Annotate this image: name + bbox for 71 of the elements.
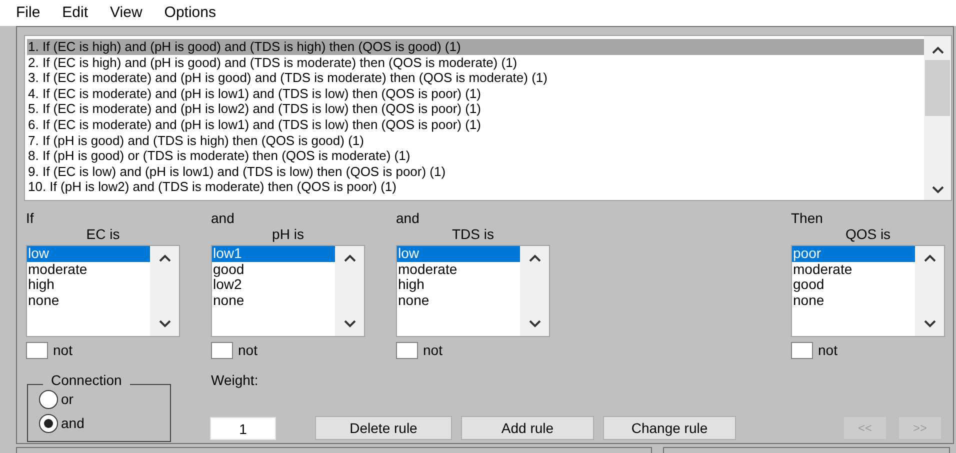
- listbox[interactable]: low1 good low2 none: [211, 245, 365, 337]
- scroll-down-icon[interactable]: [158, 320, 170, 328]
- rule-row[interactable]: 7. If (pH is good) and (TDS is high) then (QOS is good) (1): [27, 132, 924, 148]
- list-option[interactable]: low: [397, 246, 520, 262]
- rule-row[interactable]: 5. If (EC is moderate) and (pH is low2) and (TDS is low) then (QOS is poor) (1): [27, 101, 924, 117]
- scroll-down-icon[interactable]: [344, 320, 356, 328]
- menu-item[interactable]: File: [16, 2, 40, 24]
- list-option[interactable]: poor: [792, 246, 915, 262]
- condition-label: If: [26, 210, 34, 226]
- variable-label: EC is: [86, 226, 120, 242]
- radio-label: and: [61, 414, 84, 433]
- rule-button[interactable]: Delete rule: [315, 416, 452, 440]
- checkbox-label: not: [53, 341, 72, 360]
- scroll-down-icon[interactable]: [528, 320, 540, 328]
- list-option[interactable]: moderate: [397, 262, 520, 278]
- weight-field[interactable]: 1: [210, 417, 276, 440]
- radio-button[interactable]: [39, 390, 58, 409]
- rule-row[interactable]: 2. If (EC is high) and (pH is good) and (TDS is moderate) then (QOS is moderate) (1): [27, 54, 924, 70]
- menu-item[interactable]: Edit: [62, 2, 88, 24]
- scroll-down-icon[interactable]: [932, 186, 944, 194]
- radio-button[interactable]: [39, 414, 58, 433]
- list-option[interactable]: low: [27, 246, 150, 262]
- rule-button[interactable]: Add rule: [461, 416, 594, 440]
- scrollbar[interactable]: [924, 36, 951, 200]
- weight-label: Weight:: [211, 371, 258, 390]
- condition-label: and: [211, 210, 234, 226]
- scroll-up-icon[interactable]: [924, 254, 936, 262]
- list-option[interactable]: high: [397, 277, 520, 293]
- menu-item[interactable]: Options: [164, 2, 216, 24]
- checkbox[interactable]: [26, 342, 48, 359]
- listbox[interactable]: poor moderate good none: [791, 245, 945, 337]
- list-option[interactable]: good: [792, 277, 915, 293]
- scroll-up-icon[interactable]: [158, 254, 170, 262]
- rule-button[interactable]: Change rule: [603, 416, 736, 440]
- checkbox-label: not: [238, 341, 258, 360]
- list-option[interactable]: none: [792, 292, 915, 308]
- rule-row[interactable]: 1. If (EC is high) and (pH is good) and (TDS is high) then (QOS is good) (1): [27, 39, 924, 55]
- rule-row[interactable]: 4. If (EC is moderate) and (pH is low1) and (TDS is low) then (QOS is poor) (1): [27, 86, 924, 102]
- checkbox[interactable]: [791, 342, 813, 359]
- scroll-up-icon[interactable]: [932, 46, 944, 54]
- checkbox[interactable]: [211, 342, 233, 359]
- rule-row[interactable]: 9. If (EC is low) and (pH is low1) and (TDS is low) then (QOS is poor) (1): [27, 164, 924, 180]
- list-option[interactable]: low2: [212, 277, 335, 293]
- rule-row[interactable]: 10. If (pH is low2) and (TDS is moderate) then (QOS is poor) (1): [27, 179, 924, 195]
- list-option[interactable]: none: [27, 292, 150, 308]
- listbox[interactable]: low moderate high none: [396, 245, 550, 337]
- rule-row[interactable]: 3. If (EC is moderate) and (pH is good) and (TDS is moderate) then (QOS is moderate) (1): [27, 70, 924, 86]
- condition-label: Then: [791, 210, 823, 226]
- scroll-down-icon[interactable]: [924, 320, 936, 328]
- checkbox[interactable]: [396, 342, 418, 359]
- scroll-up-icon[interactable]: [344, 254, 356, 262]
- listbox[interactable]: low moderate high none: [26, 245, 180, 337]
- menu-item[interactable]: View: [110, 2, 142, 24]
- list-option[interactable]: low1: [212, 246, 335, 262]
- list-option[interactable]: none: [397, 292, 520, 308]
- radio-label: or: [61, 390, 74, 409]
- scroll-thumb[interactable]: [925, 60, 950, 116]
- rule-row[interactable]: 6. If (EC is moderate) and (pH is low1) and (TDS is low) then (QOS is poor) (1): [27, 116, 924, 133]
- list-option[interactable]: high: [27, 277, 150, 293]
- variable-label: QOS is: [845, 226, 891, 242]
- list-option[interactable]: moderate: [27, 262, 150, 278]
- list-option[interactable]: good: [212, 262, 335, 278]
- checkbox-label: not: [423, 341, 442, 360]
- variable-label: TDS is: [452, 226, 494, 242]
- condition-label: and: [396, 210, 420, 226]
- checkbox-label: not: [818, 341, 838, 360]
- scroll-up-icon[interactable]: [528, 254, 540, 262]
- rule-row[interactable]: 8. If (pH is good) or (TDS is moderate) then (QOS is moderate) (1): [27, 148, 924, 164]
- variable-label: pH is: [272, 226, 304, 242]
- list-option[interactable]: none: [212, 292, 335, 308]
- list-option[interactable]: moderate: [792, 262, 915, 278]
